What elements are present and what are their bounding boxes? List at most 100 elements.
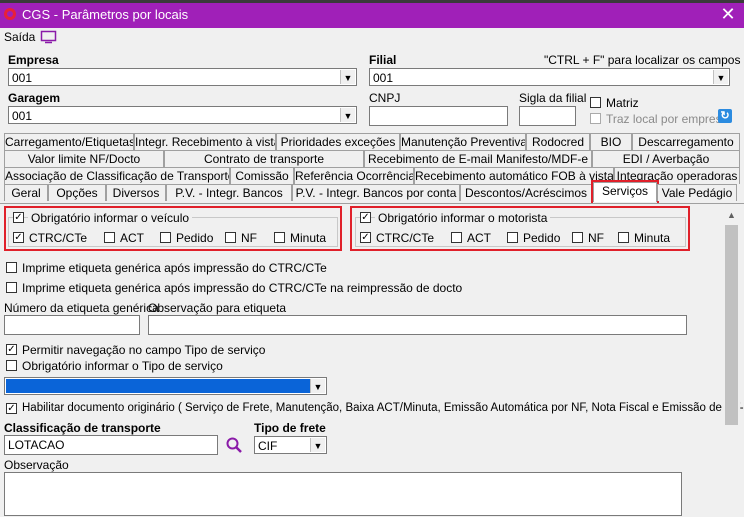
- tab-associacao-de-classificacao-de-transporte[interactable]: Associação de Classificação de Transport…: [4, 167, 230, 184]
- tab-geral[interactable]: Geral: [4, 184, 48, 201]
- motorista-option-checkbox[interactable]: [507, 232, 518, 243]
- cnpj-input[interactable]: [369, 106, 508, 126]
- tab-manutencao-preventiva[interactable]: Manutenção Preventiva: [400, 133, 526, 150]
- search-icon[interactable]: [225, 436, 243, 454]
- matriz-checkbox[interactable]: [590, 97, 601, 108]
- motorista-option-label: Minuta: [634, 231, 671, 245]
- veiculo-option-label: CTRC/CTe: [29, 231, 88, 245]
- top-trim: [0, 0, 744, 3]
- motorista-option-checkbox[interactable]: [572, 232, 583, 243]
- tab-bio[interactable]: BIO: [590, 133, 632, 150]
- tipo-servico-select[interactable]: ▼: [4, 377, 327, 395]
- close-icon[interactable]: ✕: [718, 4, 738, 25]
- veiculo-group-title: Obrigatório informar o veículo: [28, 211, 193, 225]
- classificacao-value: LOTACAO: [8, 438, 65, 452]
- chevron-down-icon[interactable]: ▼: [713, 70, 728, 84]
- tab-carregamento-etiquetas[interactable]: Carregamento/Etiquetas: [4, 133, 134, 150]
- veiculo-option-label: Pedido: [176, 231, 214, 245]
- chevron-down-icon[interactable]: ▼: [310, 379, 325, 393]
- imprime-etiqueta-checkbox[interactable]: [6, 262, 17, 273]
- tipo-frete-label: Tipo de frete: [254, 421, 326, 435]
- imprime-etiqueta-label: Imprime etiqueta genérica após impressão…: [22, 261, 327, 275]
- tab-contrato-de-transporte[interactable]: Contrato de transporte: [164, 150, 364, 167]
- motorista-group-title: Obrigatório informar o motorista: [375, 211, 551, 225]
- motorista-option-label: NF: [588, 231, 604, 245]
- chevron-down-icon[interactable]: ▼: [340, 108, 355, 122]
- tipo-frete-select[interactable]: CIF ▼: [254, 436, 327, 454]
- vertical-scrollbar[interactable]: ▲: [723, 207, 740, 516]
- motorista-option-label: Pedido: [523, 231, 561, 245]
- habilitar-documento-checkbox[interactable]: ✓: [6, 403, 17, 414]
- tab-valor-limite-nf-docto[interactable]: Valor limite NF/Docto: [4, 150, 164, 167]
- check-icon: ✓: [361, 212, 370, 223]
- tab-diversos[interactable]: Diversos: [106, 184, 166, 201]
- numero-etiqueta-input[interactable]: [4, 315, 140, 335]
- habilitar-documento-label: Habilitar documento originário ( Serviço…: [22, 402, 744, 414]
- tab-comissao[interactable]: Comissão: [230, 167, 294, 184]
- veiculo-option-label: ACT: [120, 231, 144, 245]
- garagem-value: 001: [12, 109, 33, 123]
- tab-referencia-ocorrencia[interactable]: Referência Ocorrência: [294, 167, 414, 184]
- check-icon: ✓: [361, 232, 370, 243]
- veiculo-option-checkbox[interactable]: [160, 232, 171, 243]
- garagem-select[interactable]: 001 ▼: [8, 106, 357, 124]
- observacao-label: Observação: [4, 458, 69, 472]
- check-icon: ✓: [14, 212, 23, 223]
- veiculo-checkbox[interactable]: ✓: [13, 212, 24, 223]
- motorista-option-label: ACT: [467, 231, 491, 245]
- search-hint: "CTRL + F" para localizar os campos: [544, 53, 741, 67]
- obrigatorio-tipo-servico-checkbox[interactable]: [6, 360, 17, 371]
- observacao-textarea[interactable]: [4, 472, 682, 516]
- filial-select[interactable]: 001 ▼: [369, 68, 730, 86]
- tab-descarregamento[interactable]: Descarregamento: [632, 133, 740, 150]
- tab-p-v-integr-bancos-por-conta[interactable]: P.V. - Integr. Bancos por conta: [292, 184, 460, 201]
- cnpj-label: CNPJ: [369, 91, 401, 105]
- chevron-down-icon[interactable]: ▼: [310, 438, 325, 452]
- sigla-input[interactable]: [519, 106, 576, 126]
- veiculo-option-checkbox[interactable]: [225, 232, 236, 243]
- motorista-option-checkbox[interactable]: [618, 232, 629, 243]
- tab-opcoes[interactable]: Opções: [48, 184, 106, 201]
- veiculo-option-label: Minuta: [290, 231, 327, 245]
- tab-edi-averbacao[interactable]: EDI / Averbação: [592, 150, 740, 167]
- imprime-reimpressao-checkbox[interactable]: [6, 282, 17, 293]
- tipo-frete-value: CIF: [258, 439, 278, 453]
- tab-rodocred[interactable]: Rodocred: [526, 133, 590, 150]
- permitir-navegacao-checkbox[interactable]: ✓: [6, 344, 17, 355]
- motorista-checkbox[interactable]: ✓: [360, 212, 371, 223]
- tab-integr-recebimento-a-vista[interactable]: Integr. Recebimento à vista: [134, 133, 276, 150]
- tab-descontos-acrescimos[interactable]: Descontos/Acréscimos: [460, 184, 592, 201]
- sigla-label: Sigla da filial: [519, 91, 587, 105]
- matriz-label: Matriz: [606, 96, 639, 110]
- traz-local-checkbox[interactable]: [590, 113, 601, 124]
- garagem-label: Garagem: [8, 91, 61, 105]
- empresa-select[interactable]: 001 ▼: [8, 68, 357, 86]
- imprime-reimpressao-label: Imprime etiqueta genérica após impressão…: [22, 281, 463, 295]
- chevron-down-icon[interactable]: ▼: [340, 70, 355, 84]
- observacao-etiqueta-input[interactable]: [148, 315, 687, 335]
- veiculo-option-checkbox[interactable]: [104, 232, 115, 243]
- tab-vale-pedagio[interactable]: Vale Pedágio: [657, 184, 737, 201]
- check-icon: ✓: [7, 403, 16, 414]
- numero-etiqueta-label: Número da etiqueta genérica: [4, 301, 159, 315]
- motorista-option-checkbox[interactable]: ✓: [360, 232, 371, 243]
- veiculo-option-checkbox[interactable]: [274, 232, 285, 243]
- veiculo-option-checkbox[interactable]: ✓: [13, 232, 24, 243]
- menu-saida[interactable]: Saída: [4, 30, 35, 44]
- filial-label: Filial: [369, 53, 397, 67]
- motorista-option-checkbox[interactable]: [451, 232, 462, 243]
- scrollbar-thumb[interactable]: [725, 225, 738, 425]
- filial-value: 001: [373, 71, 394, 85]
- refresh-icon[interactable]: ↻: [718, 109, 732, 123]
- classificacao-input[interactable]: LOTACAO: [4, 435, 218, 455]
- title-bar: CGS - Parâmetros por locais ✕: [0, 0, 744, 28]
- window-title: CGS - Parâmetros por locais: [22, 7, 189, 22]
- tab-prioridades-excecoes[interactable]: Prioridades exceções: [276, 133, 400, 150]
- tab-recebimento-automatico-fob-a-vista[interactable]: Recebimento automático FOB à vista: [414, 167, 614, 184]
- tab-p-v-integr-bancos[interactable]: P.V. - Integr. Bancos: [166, 184, 292, 201]
- monitor-icon[interactable]: [40, 30, 57, 44]
- scroll-up-icon[interactable]: ▲: [723, 207, 740, 224]
- check-icon: ✓: [14, 232, 23, 243]
- tab-recebimento-de-e-mail-manifesto-mdf-e[interactable]: Recebimento de E-mail Manifesto/MDF-e: [364, 150, 592, 167]
- check-icon: ✓: [7, 344, 16, 355]
